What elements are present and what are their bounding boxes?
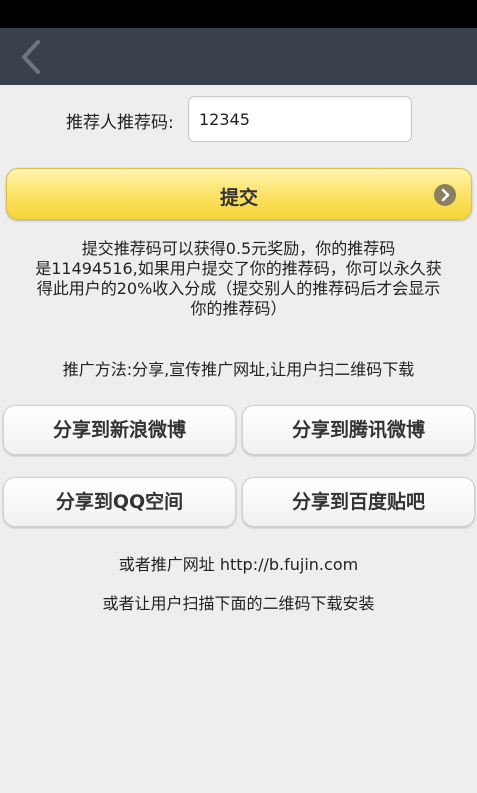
share-baidu-tieba-button[interactable]: 分享到百度贴吧 (242, 477, 475, 527)
submit-label: 提交 (219, 187, 258, 209)
referrer-code-input[interactable] (188, 96, 412, 142)
description-line: 是11494516,如果用户提交了你的推荐码，你可以永久获 (35, 259, 442, 278)
reward-description: 提交推荐码可以获得0.5元奖励，你的推荐码 是11494516,如果用户提交了你… (4, 239, 473, 319)
chevron-left-icon (22, 39, 40, 74)
description-line: 提交推荐码可以获得0.5元奖励，你的推荐码 (81, 239, 396, 258)
share-tencent-weibo-button[interactable]: 分享到腾讯微博 (242, 405, 475, 455)
status-bar (0, 0, 477, 28)
submit-button[interactable]: 提交 (6, 168, 472, 220)
share-qq-zone-button[interactable]: 分享到QQ空间 (3, 477, 236, 527)
circle-arrow-right-icon (434, 184, 456, 206)
back-button[interactable] (10, 34, 50, 79)
description-line: 你的推荐码） (190, 299, 287, 318)
nav-bar (0, 28, 477, 85)
promo-method-text: 推广方法:分享,宣传推广网址,让用户扫二维码下载 (62, 360, 415, 379)
share-sina-weibo-button[interactable]: 分享到新浪微博 (3, 405, 236, 455)
referrer-label: 推荐人推荐码: (66, 113, 174, 133)
promo-url-text: 或者推广网址 http://b.fujin.com (118, 555, 359, 574)
description-line: 得此用户的20%收入分成（提交别人的推荐码后才会显示 (36, 279, 441, 298)
referrer-row: 推荐人推荐码: (0, 96, 477, 142)
qr-code-text: 或者让用户扫描下面的二维码下载安装 (102, 594, 375, 613)
